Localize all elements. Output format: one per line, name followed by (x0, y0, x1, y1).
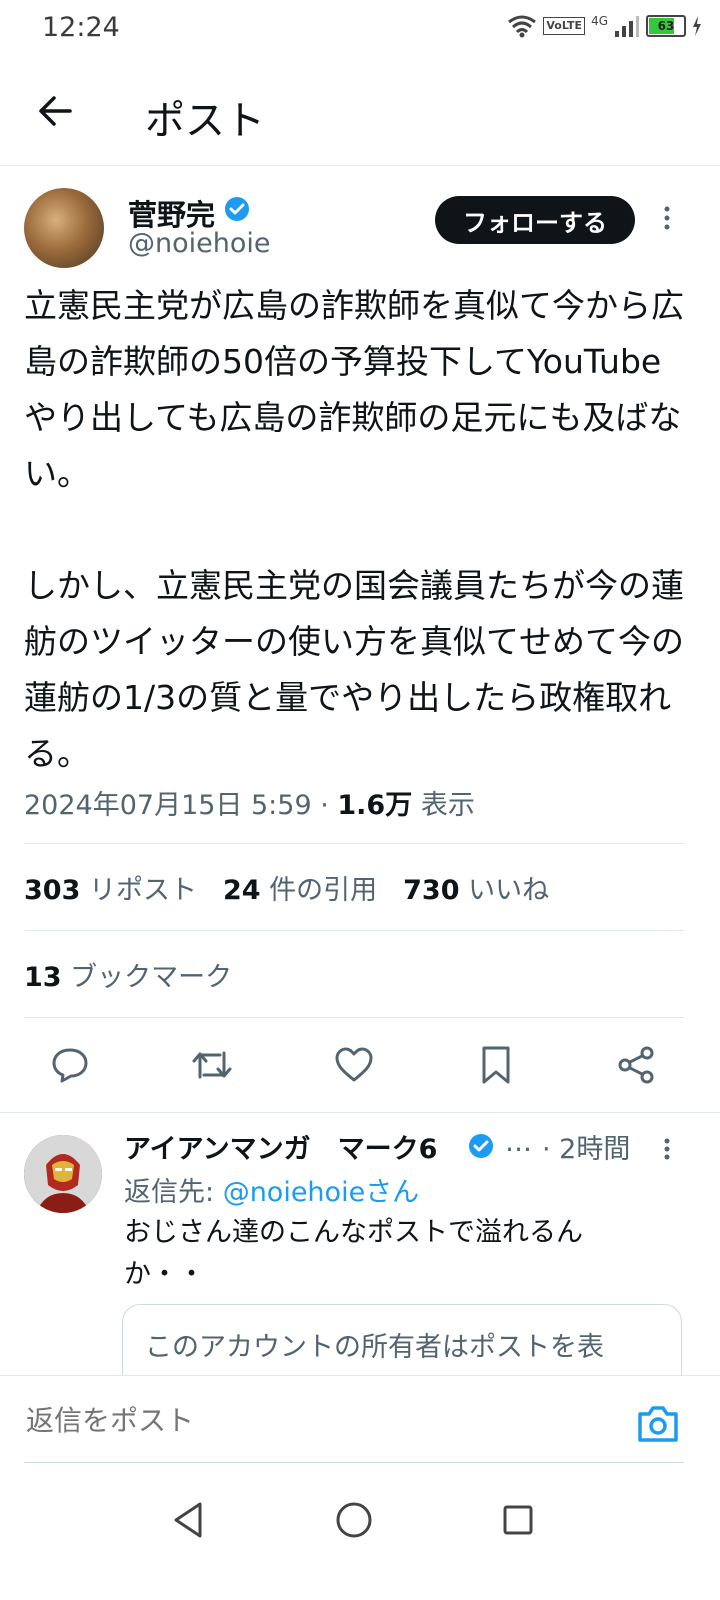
triangle-back-icon (174, 1502, 202, 1538)
reply-name-ellipsis: … (505, 1127, 532, 1158)
post-meta: 2024年07月15日 5:59 · 1.6万 表示 (24, 790, 475, 821)
reply-input[interactable] (24, 1404, 389, 1438)
verified-badge-icon (468, 1133, 494, 1163)
repost-button[interactable] (190, 1043, 234, 1087)
nav-home-button[interactable] (334, 1500, 374, 1544)
composer-underline (24, 1462, 684, 1463)
volte-badge: VoLTE (543, 17, 586, 35)
more-options-icon[interactable] (660, 205, 674, 239)
wifi-icon (508, 15, 537, 38)
post-stats: 303 リポスト 24 件の引用 730 いいね (24, 868, 549, 907)
battery-icon: 63 (646, 15, 686, 37)
reply-author-name[interactable]: アイアンマンガ マーク6 (124, 1127, 437, 1166)
bookmarks-stat[interactable]: 13 ブックマーク (24, 955, 232, 994)
circle-home-icon (336, 1502, 372, 1538)
verified-badge-icon (224, 196, 250, 226)
camera-icon (638, 1406, 678, 1442)
camera-button[interactable] (636, 1404, 680, 1448)
reply-avatar[interactable] (24, 1135, 102, 1213)
divider (24, 930, 684, 931)
repost-icon (192, 1051, 232, 1079)
unavailable-post-text: このアカウントの所有者はポストを表 (145, 1332, 604, 1363)
divider (0, 1112, 720, 1113)
nav-recents-button[interactable] (500, 1500, 536, 1544)
reply-text: おじさん達のこんなポストで溢れるんか・・ (124, 1217, 583, 1290)
author-handle[interactable]: @noiehoie (128, 228, 271, 259)
reply-icon (52, 1048, 88, 1083)
bookmark-icon (482, 1046, 510, 1084)
views-count: 1.6万 (337, 790, 413, 821)
nav-back-button[interactable] (170, 1500, 206, 1544)
likes-stat[interactable]: 730 いいね (403, 868, 549, 907)
reply-more-options-icon[interactable] (660, 1138, 674, 1168)
signal-icon (615, 16, 639, 37)
share-button[interactable] (614, 1043, 658, 1087)
quotes-stat[interactable]: 24 件の引用 (223, 868, 377, 907)
reply-time: · 2時間 (542, 1134, 631, 1165)
divider (24, 1017, 684, 1018)
like-button[interactable] (332, 1043, 376, 1087)
like-icon (335, 1047, 373, 1082)
follow-button[interactable]: フォローする (435, 196, 635, 244)
post-timestamp: 2024年07月15日 5:59 (24, 790, 312, 821)
reply-to-handle-link[interactable]: @noiehoieさん (223, 1177, 420, 1208)
divider (24, 843, 684, 844)
reply-to: 返信先: @noiehoieさん (124, 1177, 420, 1208)
author-avatar[interactable] (24, 188, 104, 268)
network-type: 4G (591, 14, 608, 28)
arrow-left-icon (39, 96, 72, 126)
reposts-stat[interactable]: 303 リポスト (24, 868, 197, 907)
post-body: 立憲民主党が広島の詐欺師を真似て今から広島の詐欺師の50倍の予算投下してYouT… (24, 286, 684, 773)
status-icons: VoLTE 4G 63 (507, 14, 702, 38)
back-button[interactable] (36, 92, 74, 134)
header-divider (0, 165, 720, 166)
square-recents-icon (503, 1505, 533, 1535)
share-icon (618, 1046, 654, 1084)
page-title: ポスト (145, 98, 265, 144)
views-label: 表示 (412, 790, 475, 821)
bookmark-button[interactable] (474, 1043, 518, 1087)
reply-button[interactable] (48, 1043, 92, 1087)
status-time: 12:24 (42, 12, 120, 43)
charging-icon (693, 16, 701, 36)
